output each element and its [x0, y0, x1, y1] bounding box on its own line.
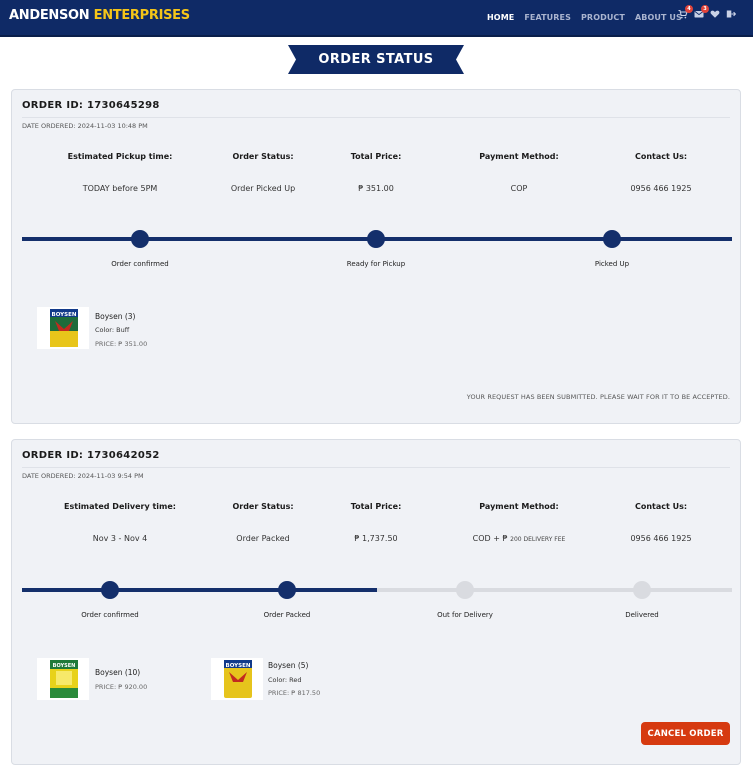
brand-name-part2: ENTERPRISES: [93, 8, 191, 23]
info-value: Nov 3 - Nov 4: [92, 534, 148, 543]
logout-icon[interactable]: [726, 9, 737, 21]
step-label: Order confirmed: [81, 611, 139, 619]
contact-us: Contact Us: 0956 466 1925: [596, 152, 726, 193]
order-id: ORDER ID: 1730645298: [22, 100, 160, 111]
order-status: Order Status: Order Packed: [198, 502, 328, 543]
heart-icon[interactable]: [710, 9, 720, 21]
svg-text:BOYSEN: BOYSEN: [226, 663, 251, 669]
product-name: Boysen (3): [95, 312, 136, 321]
product-name: Boysen (10): [95, 668, 141, 677]
info-value: ₱ 1,737.50: [354, 534, 398, 543]
product-price: PRICE: ₱ 351.00: [95, 340, 148, 348]
info-heading: Order Status:: [232, 502, 294, 511]
contact-us: Contact Us: 0956 466 1925: [596, 502, 726, 543]
product-price: PRICE: ₱ 920.00: [95, 683, 148, 691]
info-heading: Payment Method:: [479, 152, 559, 161]
total-price: Total Price: ₱ 1,737.50: [311, 502, 441, 543]
info-heading: Estimated Delivery time:: [64, 502, 176, 511]
info-value[interactable]: 0956 466 1925: [596, 534, 726, 543]
step-label: Picked Up: [594, 260, 630, 268]
step-label: Out for Delivery: [437, 611, 493, 619]
info-heading: Total Price:: [350, 502, 402, 511]
product-image: BOYSEN: [37, 307, 89, 349]
payment-method: Payment Method: COP: [454, 152, 584, 193]
product-image: BOYSEN: [211, 658, 263, 700]
nav-icons: 4 3: [678, 5, 737, 21]
product-color: Color: Buff: [95, 326, 130, 334]
step-label: Order confirmed: [111, 260, 169, 268]
mail-icon[interactable]: 3: [694, 5, 709, 21]
status-notice: YOUR REQUEST HAS BEEN SUBMITTED. PLEASE …: [466, 393, 730, 401]
mail-badge: 3: [701, 5, 709, 13]
info-heading: Estimated Pickup time:: [67, 152, 173, 161]
order-id: ORDER ID: 1730642052: [22, 450, 160, 461]
svg-text:BOYSEN: BOYSEN: [52, 312, 77, 318]
date-ordered: DATE ORDERED: 2024-11-03 9:54 PM: [22, 472, 144, 480]
step-dot: [131, 230, 149, 248]
step-dot: [603, 230, 621, 248]
divider: [22, 117, 730, 118]
order-card: ORDER ID: 1730645298 DATE ORDERED: 2024-…: [11, 89, 741, 424]
step-label: Ready for Pickup: [346, 260, 406, 268]
page-title: ORDER STATUS: [318, 52, 434, 67]
step-label: Delivered: [625, 611, 659, 619]
order-status: Order Status: Order Picked Up: [198, 152, 328, 193]
navbar: ANDENSON ENTERPRISES HOME FEATURES PRODU…: [0, 0, 753, 37]
progress-track: [22, 588, 732, 592]
step-label: Order Packed: [263, 611, 311, 619]
brand-name-part1: ANDENSON: [9, 8, 90, 23]
product-color: Color: Red: [268, 676, 302, 684]
nav-about-us[interactable]: ABOUT US: [635, 13, 682, 22]
step-dot: [456, 581, 474, 599]
info-heading: Contact Us:: [634, 152, 688, 161]
nav-features[interactable]: FEATURES: [524, 13, 571, 22]
progress-remaining: [377, 588, 732, 592]
cancel-order-button[interactable]: CANCEL ORDER: [641, 722, 730, 745]
info-value[interactable]: 0956 466 1925: [596, 184, 726, 193]
info-value: TODAY before 5PM: [82, 184, 158, 193]
product-name: Boysen (5): [268, 661, 309, 670]
cart-icon[interactable]: 4: [678, 5, 693, 21]
step-dot: [367, 230, 385, 248]
brand-logo[interactable]: ANDENSON ENTERPRISES: [9, 8, 190, 23]
payment-value: COD + ₱: [472, 534, 508, 543]
product-price: PRICE: ₱ 817.50: [268, 689, 321, 697]
nav-home[interactable]: HOME: [487, 13, 514, 22]
product-image: BOYSEN: [37, 658, 89, 700]
info-heading: Total Price:: [350, 152, 402, 161]
divider: [22, 467, 730, 468]
svg-text:BOYSEN: BOYSEN: [53, 663, 76, 669]
progress-fill: [22, 588, 377, 592]
order-card: ORDER ID: 1730642052 DATE ORDERED: 2024-…: [11, 439, 741, 765]
info-value: Order Picked Up: [230, 184, 296, 193]
date-ordered: DATE ORDERED: 2024-11-03 10:48 PM: [22, 122, 148, 130]
info-heading: Contact Us:: [634, 502, 688, 511]
estimated-delivery: Estimated Delivery time: Nov 3 - Nov 4: [55, 502, 185, 543]
step-dot: [633, 581, 651, 599]
info-value: COD + ₱ 200 DELIVERY FEE: [454, 534, 584, 543]
info-value: COP: [510, 184, 528, 193]
cart-badge: 4: [685, 5, 693, 13]
info-value: ₱ 351.00: [358, 184, 394, 193]
total-price: Total Price: ₱ 351.00: [311, 152, 441, 193]
delivery-fee: 200 DELIVERY FEE: [510, 536, 566, 543]
estimated-pickup: Estimated Pickup time: TODAY before 5PM: [55, 152, 185, 193]
step-dot: [278, 581, 296, 599]
page-title-ribbon: ORDER STATUS: [288, 45, 464, 74]
info-heading: Order Status:: [232, 152, 294, 161]
nav-product[interactable]: PRODUCT: [581, 13, 625, 22]
nav-links: HOME FEATURES PRODUCT ABOUT US: [487, 13, 682, 22]
payment-method: Payment Method: COD + ₱ 200 DELIVERY FEE: [454, 502, 584, 543]
info-heading: Payment Method:: [479, 502, 559, 511]
step-dot: [101, 581, 119, 599]
info-value: Order Packed: [236, 534, 290, 543]
